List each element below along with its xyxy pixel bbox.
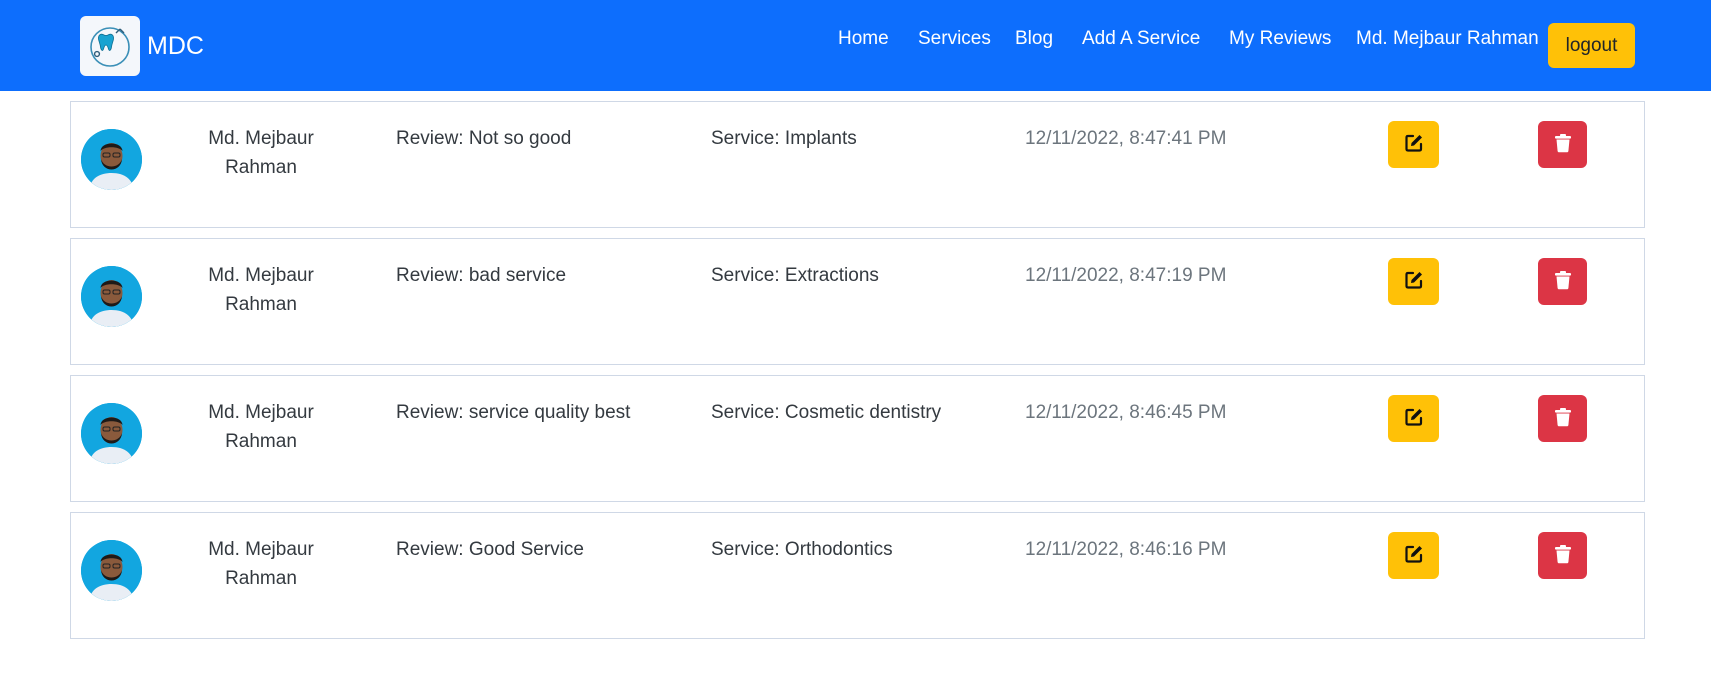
review-service: Service: Cosmetic dentistry — [711, 402, 942, 423]
delete-review-button[interactable] — [1538, 258, 1587, 305]
brand-link[interactable]: MDC — [80, 16, 204, 76]
edit-review-button[interactable] — [1388, 532, 1439, 579]
avatar — [81, 540, 142, 601]
delete-review-button[interactable] — [1538, 532, 1587, 579]
review-timestamp: 12/11/2022, 8:46:16 PM — [1025, 539, 1227, 560]
delete-review-button[interactable] — [1538, 121, 1587, 168]
review-text: Review: bad service — [396, 265, 567, 286]
edit-icon — [1404, 133, 1424, 156]
delete-review-button[interactable] — [1538, 395, 1587, 442]
reviewer-name: Md. Mejbaur Rahman — [208, 128, 314, 178]
reviewer-name: Md. Mejbaur Rahman — [208, 402, 314, 452]
brand-name: MDC — [147, 31, 204, 60]
avatar — [81, 403, 142, 464]
logout-button[interactable]: logout — [1548, 23, 1635, 68]
nav-home-link[interactable]: Home — [838, 28, 889, 50]
navbar: MDC Home Services Blog Add A Service My … — [0, 0, 1711, 91]
edit-icon — [1404, 544, 1424, 567]
avatar — [81, 129, 142, 190]
review-timestamp: 12/11/2022, 8:46:45 PM — [1025, 402, 1227, 423]
review-timestamp: 12/11/2022, 8:47:41 PM — [1025, 128, 1227, 149]
review-service: Service: Orthodontics — [711, 539, 893, 560]
edit-review-button[interactable] — [1388, 121, 1439, 168]
review-timestamp: 12/11/2022, 8:47:19 PM — [1025, 265, 1227, 286]
review-row: Md. Mejbaur Rahman Review: Good Service … — [70, 512, 1645, 639]
review-text: Review: Not so good — [396, 128, 572, 149]
review-row: Md. Mejbaur Rahman Review: Not so good S… — [70, 101, 1645, 228]
review-service: Service: Extractions — [711, 265, 879, 286]
tooth-stethoscope-icon — [80, 16, 140, 76]
nav-add-service-link[interactable]: Add A Service — [1082, 28, 1200, 50]
review-text: Review: Good Service — [396, 539, 584, 560]
nav-blog-link[interactable]: Blog — [1015, 28, 1053, 50]
avatar — [81, 266, 142, 327]
nav-user-name: Md. Mejbaur Rahman — [1356, 28, 1539, 49]
nav-services-link[interactable]: Services — [918, 28, 991, 50]
review-text: Review: service quality best — [396, 402, 631, 423]
edit-review-button[interactable] — [1388, 258, 1439, 305]
trash-icon — [1554, 544, 1572, 567]
edit-review-button[interactable] — [1388, 395, 1439, 442]
edit-icon — [1404, 407, 1424, 430]
review-service: Service: Implants — [711, 128, 857, 149]
review-row: Md. Mejbaur Rahman Review: service quali… — [70, 375, 1645, 502]
reviewer-name: Md. Mejbaur Rahman — [208, 265, 314, 315]
review-row: Md. Mejbaur Rahman Review: bad service S… — [70, 238, 1645, 365]
trash-icon — [1554, 270, 1572, 293]
trash-icon — [1554, 407, 1572, 430]
reviewer-name: Md. Mejbaur Rahman — [208, 539, 314, 589]
nav-my-reviews-link[interactable]: My Reviews — [1229, 28, 1331, 50]
edit-icon — [1404, 270, 1424, 293]
trash-icon — [1554, 133, 1572, 156]
